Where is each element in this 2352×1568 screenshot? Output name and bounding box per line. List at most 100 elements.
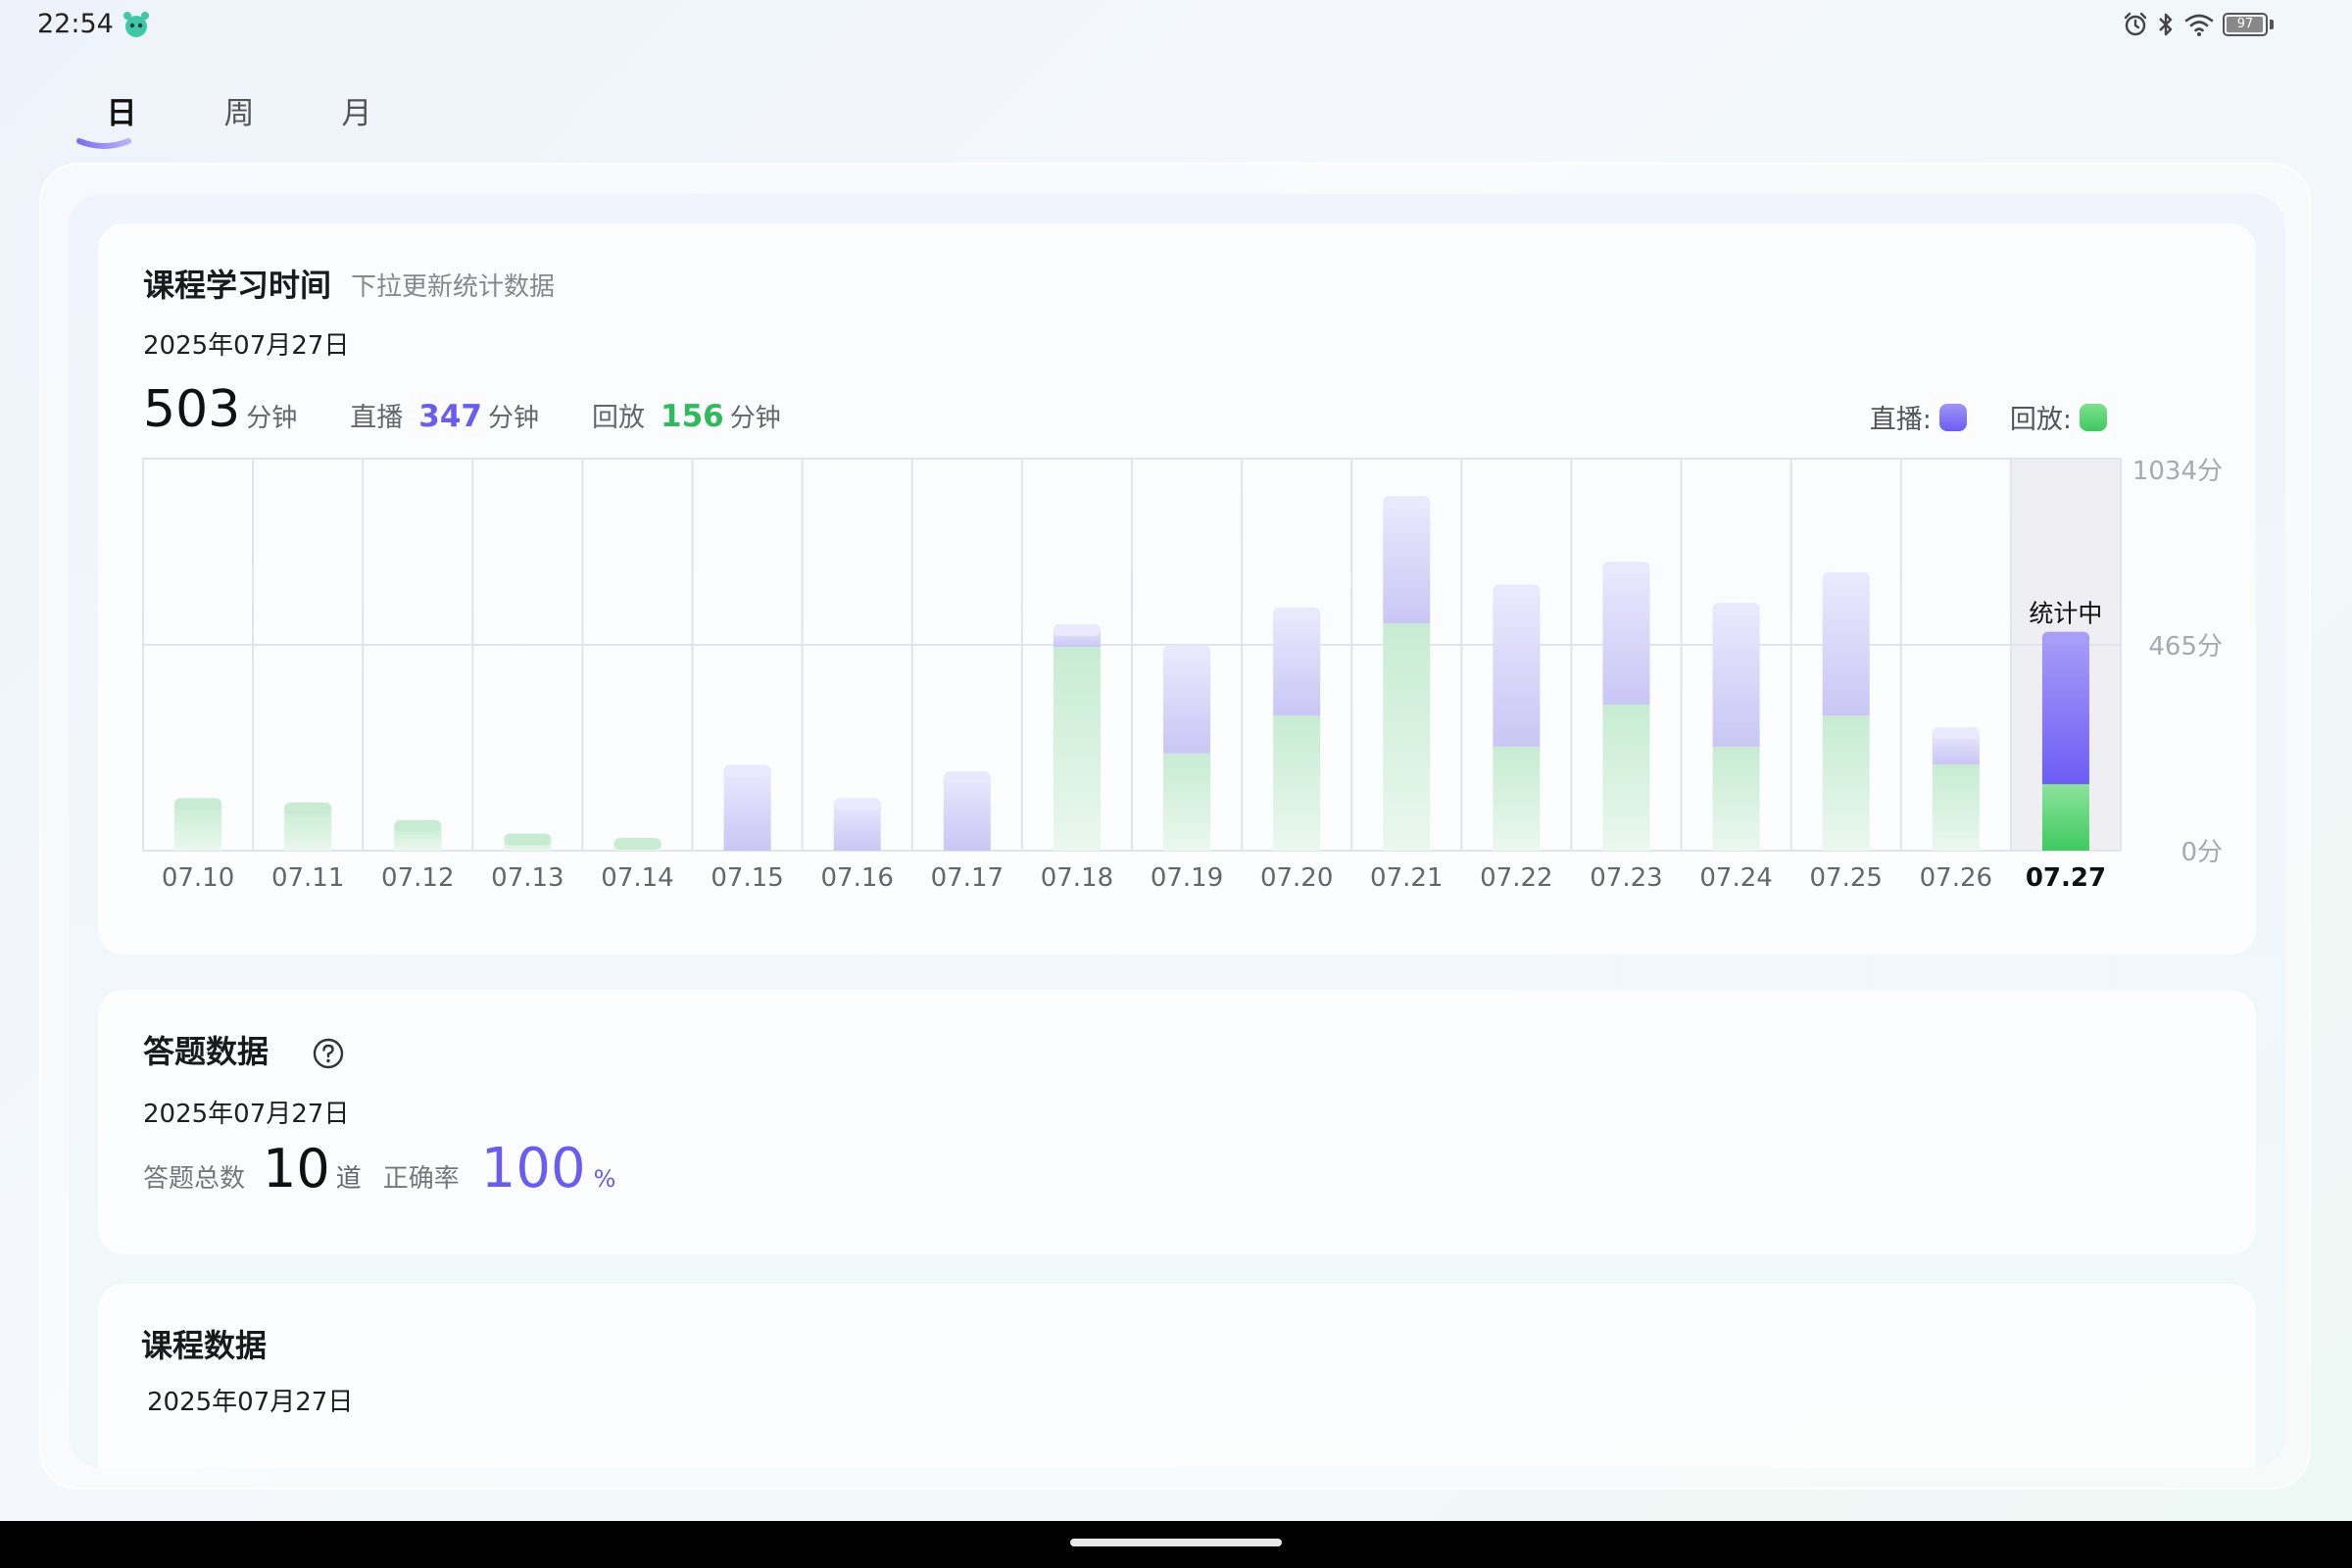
- x-tick-label-07.27: 07.27: [2026, 863, 2106, 893]
- chart-legend: 直播: 回放:: [1870, 398, 2107, 436]
- bar-cap-07.22: [1493, 584, 1541, 597]
- bar-cap-07.13: [504, 833, 552, 846]
- x-tick-label-07.22: 07.22: [1480, 863, 1552, 893]
- course-data-title: 课程数据: [141, 1327, 268, 1364]
- bar-replay-07.27: [2041, 784, 2089, 851]
- bar-cap-07.23: [1602, 562, 1650, 574]
- study-time-chart: 1034分 465分 0分 07.10 07.11 07.12 07.13 07.14 07.1…: [142, 457, 2223, 893]
- x-tick-label-07.21: 07.21: [1370, 863, 1443, 893]
- bar-replay-07.26: [1932, 763, 1980, 851]
- status-bar: 22:54 97: [0, 0, 2352, 49]
- tab-day[interactable]: 日: [63, 88, 180, 149]
- active-tab-indicator: [76, 138, 131, 149]
- bar-cap-07.24: [1712, 603, 1760, 615]
- pull-to-refresh-hint: 下拉更新统计数据: [351, 272, 556, 302]
- tab-month[interactable]: 月: [298, 88, 416, 147]
- accuracy-label: 正确率: [382, 1164, 460, 1194]
- study-time-date: 2025年07月27日: [143, 331, 350, 361]
- bar-cap-07.14: [613, 837, 662, 850]
- study-time-summary: 503 分钟 直播 347 分钟 回放 156 分钟: [143, 380, 781, 439]
- replay-label: 回放: [592, 403, 646, 433]
- bar-live-07.20: [1273, 611, 1321, 716]
- x-tick-label-07.18: 07.18: [1041, 863, 1113, 893]
- bar-cap-07.19: [1163, 645, 1211, 658]
- x-tick-label-07.17: 07.17: [931, 863, 1004, 893]
- legend-live-label: 直播:: [1869, 405, 1932, 435]
- bar-cap-07.26: [1932, 727, 1980, 740]
- bar-replay-07.21: [1383, 623, 1431, 851]
- legend-live-swatch: [1938, 403, 1967, 431]
- bar-cap-07.11: [284, 802, 332, 814]
- bar-cap-07.12: [394, 819, 442, 832]
- bar-replay-07.22: [1493, 746, 1541, 851]
- bar-live-07.21: [1383, 500, 1431, 624]
- x-tick-label-07.26: 07.26: [1920, 863, 1992, 893]
- battery-cap: [2270, 20, 2274, 29]
- course-data-card: 课程数据 2025年07月27日: [98, 1284, 2256, 1468]
- y-tick-label: 1034分: [2132, 457, 2223, 486]
- x-tick-label-07.23: 07.23: [1590, 863, 1662, 893]
- accuracy-value: 100: [480, 1137, 586, 1200]
- x-tick-label-07.12: 07.12: [381, 863, 454, 893]
- course-data-date: 2025年07月27日: [147, 1388, 354, 1417]
- bar-cap-07.10: [174, 798, 222, 810]
- bar-replay-07.25: [1822, 715, 1870, 851]
- replay-unit: 分钟: [729, 404, 781, 433]
- x-tick-label-07.19: 07.19: [1151, 863, 1223, 893]
- bar-live-07.22: [1493, 588, 1541, 747]
- study-time-title: 课程学习时间: [143, 267, 332, 304]
- app-mascot-icon: [123, 12, 149, 37]
- stats-panel: 1034分 465分 0分 07.10 07.11 07.12 07.13 07.14 07.1…: [39, 163, 2311, 1490]
- selected-annotation: 统计中: [2029, 600, 2102, 628]
- tab-week[interactable]: 周: [180, 88, 298, 147]
- stats-scroll-area[interactable]: 1034分 465分 0分 07.10 07.11 07.12 07.13 07.14 07.1…: [69, 194, 2285, 1468]
- home-indicator[interactable]: [1070, 1539, 1282, 1546]
- replay-minutes: 156: [661, 399, 724, 434]
- bar-replay-07.19: [1163, 753, 1211, 851]
- bar-replay-07.23: [1602, 704, 1650, 851]
- bar-cap-07.17: [943, 771, 991, 784]
- answer-data-title: 答题数据: [143, 1033, 270, 1070]
- tab-week-label: 周: [223, 96, 255, 131]
- status-time: 22:54: [37, 9, 114, 39]
- bar-cap-07.21: [1383, 496, 1431, 509]
- live-unit: 分钟: [488, 404, 540, 433]
- bar-cap-07.16: [833, 798, 881, 810]
- legend-replay-label: 回放:: [2009, 405, 2072, 435]
- x-tick-label-07.20: 07.20: [1260, 863, 1333, 893]
- tab-day-label: 日: [106, 96, 137, 131]
- bar-replay-07.18: [1053, 647, 1101, 851]
- x-tick-label-07.16: 07.16: [821, 863, 894, 893]
- bar-cap-07.25: [1822, 572, 1870, 585]
- bar-replay-07.20: [1273, 715, 1321, 851]
- bar-live-07.19: [1163, 649, 1211, 754]
- x-tick-label-07.15: 07.15: [710, 863, 783, 893]
- answer-summary: 答题总数 10 道 正确率 100 %: [143, 1137, 615, 1200]
- bar-cap-07.27: [2041, 631, 2089, 644]
- answer-total-unit: 道: [335, 1164, 362, 1194]
- tab-month-label: 月: [341, 96, 372, 131]
- bar-live-07.23: [1602, 565, 1650, 705]
- y-tick-label: 0分: [2180, 838, 2223, 867]
- x-tick-label-07.24: 07.24: [1699, 863, 1772, 893]
- live-label: 直播: [350, 403, 404, 433]
- legend-replay-swatch: [2080, 403, 2107, 431]
- answer-total-value: 10: [263, 1138, 330, 1200]
- bluetooth-icon: [2159, 13, 2173, 36]
- x-tick-label-07.10: 07.10: [162, 863, 234, 893]
- answer-data-date: 2025年07月27日: [143, 1100, 350, 1129]
- system-nav-bar: [0, 1521, 2352, 1568]
- bar-cap-07.18: [1053, 623, 1101, 636]
- bar-live-07.17: [943, 775, 991, 851]
- status-icons: 97: [2123, 10, 2274, 39]
- x-tick-label-07.14: 07.14: [601, 863, 673, 893]
- bar-live-07.15: [723, 768, 771, 851]
- x-tick-label-07.11: 07.11: [271, 863, 344, 893]
- period-tabs: 日 周 月: [63, 88, 416, 149]
- accuracy-unit: %: [593, 1165, 616, 1193]
- wifi-icon: [2184, 14, 2214, 36]
- battery-level: 97: [2236, 17, 2254, 31]
- bar-live-07.25: [1822, 576, 1870, 716]
- question-circle-icon[interactable]: [312, 1037, 345, 1070]
- x-tick-label-07.13: 07.13: [491, 863, 564, 893]
